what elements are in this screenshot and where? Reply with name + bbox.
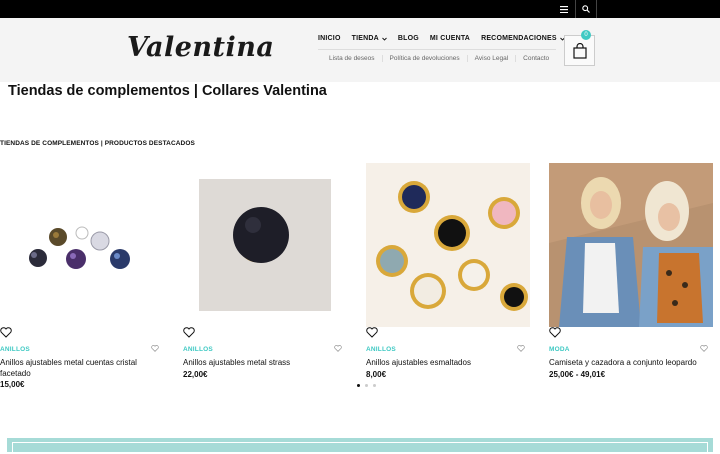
product-price: 22,00€ <box>183 370 208 379</box>
main-nav: INICIO TIENDA BLOG MI CUENTA RECOMENDACI… <box>318 35 576 42</box>
secondary-nav: Lista de deseos Política de devoluciones… <box>322 55 556 62</box>
page-title: Tiendas de complementos | Collares Valen… <box>8 83 327 99</box>
heart-icon[interactable] <box>183 327 195 338</box>
nav-item-label: BLOG <box>397 35 419 42</box>
wishlist-heart-icon[interactable] <box>151 345 159 352</box>
product-category[interactable]: ANILLOS <box>366 346 396 353</box>
cart-button[interactable]: 0 <box>564 30 595 66</box>
banner-border <box>12 442 708 454</box>
nav-sub-contacto[interactable]: Contacto <box>516 55 556 62</box>
nav-item-label: RECOMENDACIONES <box>481 35 557 42</box>
product-image[interactable] <box>0 163 164 327</box>
nav-sub-devoluciones[interactable]: Política de devoluciones <box>383 55 468 62</box>
product-category[interactable]: ANILLOS <box>183 346 213 353</box>
product-name[interactable]: Anillos ajustables metal strass <box>183 357 333 368</box>
product-price: 25,00€ - 49,01€ <box>549 370 606 379</box>
top-bar <box>0 0 720 18</box>
wishlist-heart-icon[interactable] <box>334 345 342 352</box>
site-logo[interactable]: Valentina <box>127 32 274 63</box>
section-heading: TIENDAS DE COMPLEMENTOS | PRODUCTOS DEST… <box>0 140 195 147</box>
product-card[interactable]: ANILLOS Anillos ajustables metal strass … <box>183 163 347 379</box>
product-image[interactable] <box>549 163 713 327</box>
nav-item-label: INICIO <box>318 35 341 42</box>
wishlist-heart-icon[interactable] <box>517 345 525 352</box>
product-card[interactable]: ANILLOS Anillos ajustables metal cuentas… <box>0 163 164 389</box>
heart-icon[interactable] <box>366 327 378 338</box>
nav-item-mi-cuenta[interactable]: MI CUENTA <box>430 35 479 42</box>
heart-icon[interactable] <box>549 327 561 338</box>
site-header: Valentina INICIO TIENDA BLOG MI CUENTA R… <box>0 18 720 82</box>
heart-icon[interactable] <box>0 327 12 338</box>
shopping-bag-icon <box>572 42 587 59</box>
carousel-dot[interactable] <box>357 384 360 387</box>
product-image[interactable] <box>366 163 530 327</box>
chevron-down-icon <box>382 37 387 41</box>
carousel-dot[interactable] <box>373 384 376 387</box>
nav-item-label: TIENDA <box>351 35 379 42</box>
carousel-pagination <box>357 384 376 387</box>
cart-count-badge: 0 <box>581 30 591 40</box>
product-price: 15,00€ <box>0 380 25 389</box>
product-card[interactable]: MODA Camiseta y cazadora a conjunto leop… <box>549 163 713 379</box>
nav-sub-aviso-legal[interactable]: Aviso Legal <box>468 55 517 62</box>
nav-sub-lista-deseos[interactable]: Lista de deseos <box>322 55 383 62</box>
product-name[interactable]: Anillos ajustables metal cuentas cristal… <box>0 357 150 379</box>
carousel-dot[interactable] <box>365 384 368 387</box>
product-price: 8,00€ <box>366 370 387 379</box>
nav-item-inicio[interactable]: INICIO <box>318 35 350 42</box>
nav-item-blog[interactable]: BLOG <box>398 35 428 42</box>
product-image[interactable] <box>183 163 347 327</box>
product-name[interactable]: Camiseta y cazadora a conjunto leopardo <box>549 357 699 368</box>
nav-item-label: MI CUENTA <box>429 35 471 42</box>
nav-item-recomendaciones[interactable]: RECOMENDACIONES <box>481 35 574 42</box>
product-category[interactable]: ANILLOS <box>0 346 30 353</box>
nav-item-tienda[interactable]: TIENDA <box>352 35 396 42</box>
product-category[interactable]: MODA <box>549 346 570 353</box>
search-icon[interactable] <box>575 0 597 18</box>
menu-icon[interactable] <box>553 0 575 18</box>
wishlist-heart-icon[interactable] <box>700 345 708 352</box>
product-name[interactable]: Anillos ajustables esmaltados <box>366 357 516 368</box>
nav-divider <box>318 49 556 50</box>
product-card[interactable]: ANILLOS Anillos ajustables esmaltados 8,… <box>366 163 530 379</box>
